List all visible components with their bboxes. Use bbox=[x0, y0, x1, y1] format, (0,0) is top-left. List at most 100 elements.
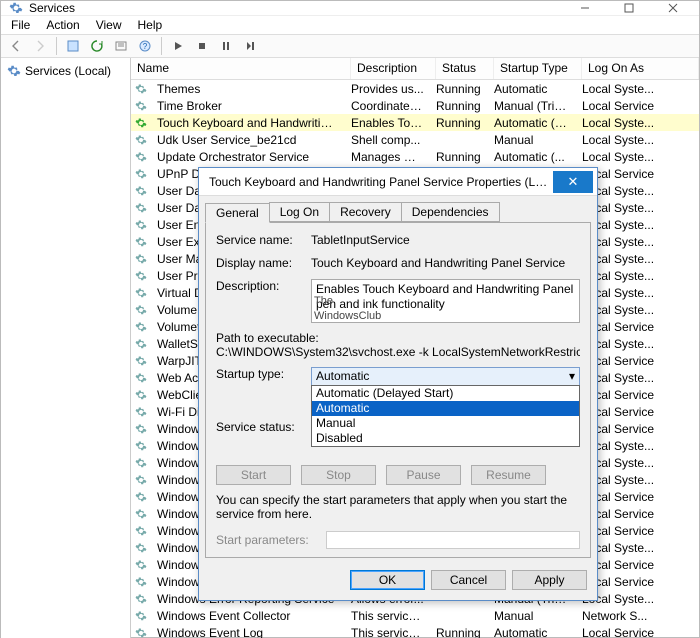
combo-option[interactable]: Disabled bbox=[312, 431, 579, 446]
cell-name: Themes bbox=[151, 82, 206, 96]
cell-startup: Manual bbox=[488, 609, 576, 623]
watermark: The WindowsClub bbox=[314, 294, 381, 323]
col-logon[interactable]: Log On As bbox=[582, 58, 699, 79]
cell-logon: Network S... bbox=[576, 609, 699, 623]
cell-desc: This service ... bbox=[345, 626, 430, 638]
col-startup[interactable]: Startup Type bbox=[494, 58, 582, 79]
value-path: C:\WINDOWS\System32\svchost.exe -k Local… bbox=[216, 345, 580, 359]
play-button[interactable] bbox=[167, 35, 189, 57]
sidebar-item-services-local[interactable]: Services (Local) bbox=[7, 62, 130, 80]
label-start-params: Start parameters: bbox=[216, 533, 326, 547]
gear-icon bbox=[9, 1, 23, 15]
value-display-name: Touch Keyboard and Handwriting Panel Ser… bbox=[311, 256, 580, 271]
start-button[interactable]: Start bbox=[216, 465, 291, 485]
apply-button[interactable]: Apply bbox=[512, 570, 587, 590]
cell-logon: Local Syste... bbox=[576, 116, 699, 130]
restart-button[interactable] bbox=[239, 35, 261, 57]
ok-button[interactable]: OK bbox=[350, 570, 425, 590]
titlebar: Services bbox=[1, 1, 699, 16]
table-row[interactable]: Touch Keyboard and Handwriting Panel Ser… bbox=[131, 114, 699, 131]
cell-name: Windows Event Collector bbox=[151, 609, 296, 623]
label-path: Path to executable: bbox=[216, 331, 580, 345]
properties-button[interactable] bbox=[62, 35, 84, 57]
cell-logon: Local Service bbox=[576, 99, 699, 113]
forward-button[interactable] bbox=[29, 35, 51, 57]
cell-status: Running bbox=[430, 150, 488, 164]
combo-option[interactable]: Manual bbox=[312, 416, 579, 431]
table-row[interactable]: ThemesProvides us...RunningAutomaticLoca… bbox=[131, 80, 699, 97]
cell-desc: Coordinates... bbox=[345, 99, 430, 113]
startup-type-combo[interactable]: Automatic▾ Automatic (Delayed Start) Aut… bbox=[311, 367, 580, 386]
cancel-button[interactable]: Cancel bbox=[431, 570, 506, 590]
cell-name: Update Orchestrator Service bbox=[151, 150, 315, 164]
properties-dialog: Touch Keyboard and Handwriting Panel Ser… bbox=[198, 167, 598, 601]
pause-button[interactable] bbox=[215, 35, 237, 57]
cell-status: Running bbox=[430, 626, 488, 638]
description-box[interactable]: Enables Touch Keyboard and Handwriting P… bbox=[311, 279, 580, 323]
label-service-status: Service status: bbox=[216, 420, 311, 435]
cell-desc: This service ... bbox=[345, 609, 430, 623]
cell-startup: Automatic (T... bbox=[488, 116, 576, 130]
label-display-name: Display name: bbox=[216, 256, 311, 271]
cell-startup: Automatic bbox=[488, 626, 576, 638]
start-params-input bbox=[326, 531, 580, 549]
cell-desc: Provides us... bbox=[345, 82, 430, 96]
refresh-button[interactable] bbox=[86, 35, 108, 57]
combo-option[interactable]: Automatic (Delayed Start) bbox=[312, 386, 579, 401]
tab-dependencies[interactable]: Dependencies bbox=[401, 202, 500, 222]
combo-options: Automatic (Delayed Start) Automatic Manu… bbox=[311, 385, 580, 447]
menubar: File Action View Help bbox=[1, 16, 699, 34]
menu-help[interactable]: Help bbox=[132, 16, 169, 34]
cell-name: Windows Event Log bbox=[151, 626, 269, 638]
tab-general[interactable]: General bbox=[205, 203, 270, 223]
menu-file[interactable]: File bbox=[5, 16, 36, 34]
dialog-title: Touch Keyboard and Handwriting Panel Ser… bbox=[209, 175, 553, 189]
back-button[interactable] bbox=[5, 35, 27, 57]
minimize-button[interactable] bbox=[563, 1, 607, 15]
stop-button[interactable] bbox=[191, 35, 213, 57]
label-description: Description: bbox=[216, 279, 311, 323]
column-headers: Name Description Status Startup Type Log… bbox=[131, 58, 699, 80]
cell-name: Time Broker bbox=[151, 99, 228, 113]
pause-button[interactable]: Pause bbox=[386, 465, 461, 485]
dialog-tabs: General Log On Recovery Dependencies bbox=[199, 196, 597, 222]
combo-option[interactable]: Automatic bbox=[312, 401, 579, 416]
combo-selected: Automatic bbox=[316, 369, 369, 384]
tab-logon[interactable]: Log On bbox=[269, 202, 330, 222]
window-title: Services bbox=[29, 1, 563, 15]
cell-logon: Local Service bbox=[576, 626, 699, 638]
table-row[interactable]: Time BrokerCoordinates...RunningManual (… bbox=[131, 97, 699, 114]
table-row[interactable]: Udk User Service_be21cd Shell comp... Manu… bbox=[131, 131, 699, 148]
export-button[interactable] bbox=[110, 35, 132, 57]
col-status[interactable]: Status bbox=[436, 58, 494, 79]
value-service-name: TabletInputService bbox=[311, 233, 580, 248]
gear-icon bbox=[7, 64, 21, 78]
menu-action[interactable]: Action bbox=[40, 16, 85, 34]
cell-status: Running bbox=[430, 82, 488, 96]
note-text: You can specify the start parameters tha… bbox=[216, 493, 580, 521]
dialog-body: Service name:TabletInputService Display … bbox=[205, 222, 591, 558]
dialog-titlebar: Touch Keyboard and Handwriting Panel Ser… bbox=[199, 168, 597, 196]
cell-logon: Local Syste... bbox=[576, 150, 699, 164]
resume-button[interactable]: Resume bbox=[471, 465, 546, 485]
sidebar: Services (Local) bbox=[1, 58, 131, 638]
cell-startup: Automatic bbox=[488, 82, 576, 96]
cell-startup: Manual bbox=[488, 133, 576, 147]
col-name[interactable]: Name bbox=[131, 58, 351, 79]
col-description[interactable]: Description bbox=[351, 58, 436, 79]
tab-recovery[interactable]: Recovery bbox=[329, 202, 402, 222]
menu-view[interactable]: View bbox=[90, 16, 128, 34]
stop-button[interactable]: Stop bbox=[301, 465, 376, 485]
close-button[interactable] bbox=[651, 1, 695, 15]
cell-desc: Shell comp... bbox=[345, 133, 430, 147]
label-service-name: Service name: bbox=[216, 233, 311, 248]
toolbar: ? bbox=[1, 34, 699, 58]
help-button[interactable]: ? bbox=[134, 35, 156, 57]
table-row[interactable]: Update Orchestrator ServiceManages W...R… bbox=[131, 148, 699, 165]
maximize-button[interactable] bbox=[607, 1, 651, 15]
table-row[interactable]: Windows Event Collector This service ... M… bbox=[131, 607, 699, 624]
table-row[interactable]: Windows Event Log This service ...Running… bbox=[131, 624, 699, 638]
dialog-close-button[interactable]: ✕ bbox=[553, 171, 593, 193]
label-startup-type: Startup type: bbox=[216, 367, 311, 386]
cell-name: Udk User Service_be21cd bbox=[151, 133, 302, 147]
